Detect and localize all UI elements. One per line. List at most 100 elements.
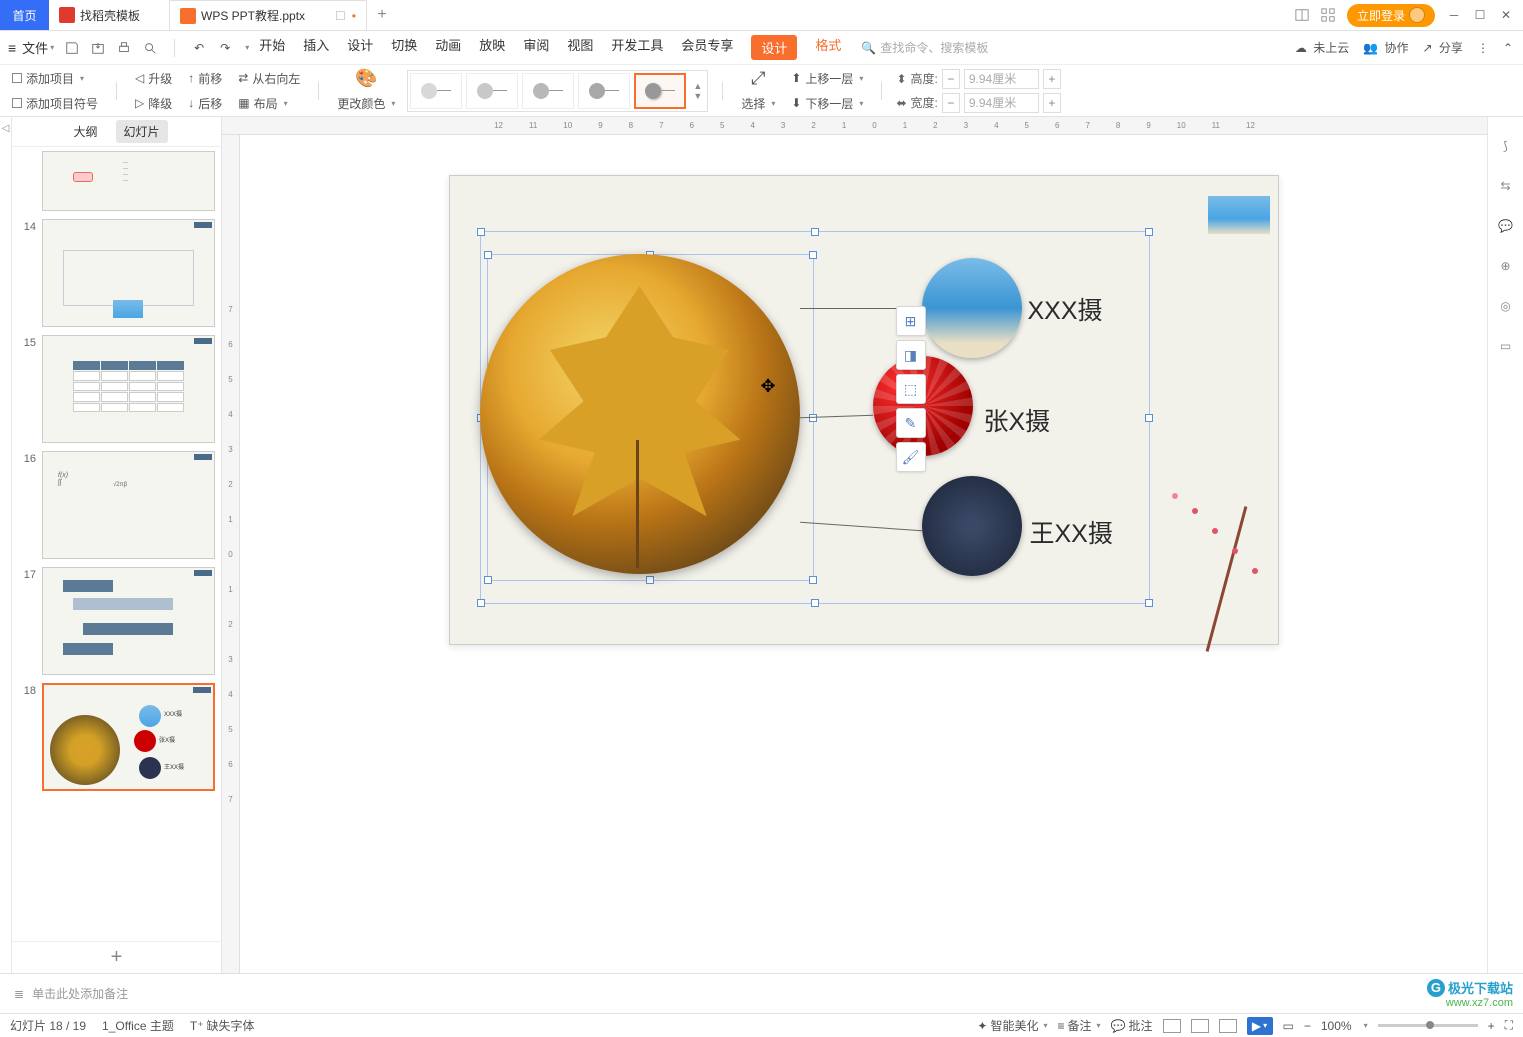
float-layout-icon[interactable]: ⊞: [896, 306, 926, 336]
rsb-animation-icon[interactable]: ⊕: [1497, 257, 1515, 275]
resize-handle[interactable]: [809, 576, 817, 584]
float-brush-icon[interactable]: 🖌: [896, 442, 926, 472]
add-bullet-button[interactable]: 添加项目符号: [8, 93, 102, 114]
menu-slideshow[interactable]: 放映: [479, 35, 505, 60]
command-search[interactable]: 🔍 查找命令、搜索模板: [861, 39, 988, 56]
promote-button[interactable]: ◁ 升级: [131, 68, 176, 89]
menu-devtools[interactable]: 开发工具: [611, 35, 663, 60]
corner-thumbnail[interactable]: [1208, 196, 1270, 234]
rsb-location-icon[interactable]: ◎: [1497, 297, 1515, 315]
new-slide-button[interactable]: +: [12, 941, 221, 973]
save-icon[interactable]: [64, 40, 80, 56]
sp-tab-slides[interactable]: 幻灯片: [116, 120, 168, 143]
sp-tab-outline[interactable]: 大纲: [65, 120, 105, 143]
resize-handle[interactable]: [477, 599, 485, 607]
width-increase[interactable]: +: [1043, 93, 1061, 113]
style-1[interactable]: [410, 73, 462, 109]
width-input[interactable]: 9.94厘米: [964, 93, 1039, 113]
move-after-button[interactable]: ↓ 后移: [184, 93, 226, 114]
circle-city-night[interactable]: [922, 476, 1022, 576]
circle-beach[interactable]: [922, 258, 1022, 358]
styles-scroll-down[interactable]: ▼: [693, 91, 702, 101]
slide-canvas[interactable]: XXX摄 张X摄 王XX摄 ⊞ ◨ ⬚ ✎ 🖌 ✥: [449, 175, 1279, 645]
rsb-sliders-icon[interactable]: ⇆: [1497, 177, 1515, 195]
new-tab-button[interactable]: +: [367, 0, 397, 30]
menu-member[interactable]: 会员专享: [681, 35, 733, 60]
rtl-button[interactable]: ⇄ 从右向左: [234, 68, 304, 89]
qat-more-icon[interactable]: ▾: [245, 43, 249, 52]
layout-icon[interactable]: [1295, 8, 1309, 22]
select-icon[interactable]: ⤢: [751, 68, 765, 89]
sorter-view-button[interactable]: [1191, 1019, 1209, 1033]
maximize-button[interactable]: ☐: [1473, 8, 1487, 22]
slide-thumb-15[interactable]: [42, 335, 215, 443]
height-input[interactable]: 9.94厘米: [964, 69, 1039, 89]
menu-start[interactable]: 开始: [259, 35, 285, 60]
collapse-ribbon-icon[interactable]: ⌃: [1503, 41, 1513, 55]
resize-handle[interactable]: [646, 576, 654, 584]
menu-design2[interactable]: 设计: [751, 35, 797, 60]
render-mode-icon[interactable]: ▭: [1283, 1019, 1294, 1033]
fit-window-button[interactable]: ⛶: [1505, 1018, 1513, 1033]
share-button[interactable]: ↗ 分享: [1423, 39, 1463, 56]
tab-active-document[interactable]: WPS PPT教程.pptx ☐ •: [169, 0, 367, 30]
label-1[interactable]: XXX摄: [1028, 291, 1103, 327]
resize-handle[interactable]: [484, 251, 492, 259]
zoom-out-button[interactable]: −: [1304, 1019, 1311, 1033]
change-color-icon[interactable]: 🎨: [355, 68, 377, 89]
slide-stage[interactable]: XXX摄 张X摄 王XX摄 ⊞ ◨ ⬚ ✎ 🖌 ✥: [240, 135, 1487, 973]
float-chart-icon[interactable]: ◨: [896, 340, 926, 370]
change-color-button[interactable]: 更改颜色▾: [333, 93, 399, 114]
bring-forward-button[interactable]: ⬆ 上移一层▾: [787, 68, 867, 89]
slide-thumb-18[interactable]: XXX摄 张X摄 王XX摄: [42, 683, 215, 791]
zoom-slider[interactable]: [1378, 1024, 1478, 1027]
undo-icon[interactable]: ↶: [191, 40, 207, 56]
not-cloud-button[interactable]: ☁ 未上云: [1295, 39, 1349, 56]
slide-thumb-17[interactable]: [42, 567, 215, 675]
close-tab-icon[interactable]: ☐: [335, 9, 346, 23]
menu-view[interactable]: 视图: [567, 35, 593, 60]
rsb-chat-icon[interactable]: 💬: [1497, 217, 1515, 235]
file-menu[interactable]: 文件▾: [22, 38, 54, 57]
move-before-button[interactable]: ↑ 前移: [184, 68, 226, 89]
styles-scroll-up[interactable]: ▲: [693, 81, 702, 91]
notes-bar[interactable]: ≣ 单击此处添加备注: [0, 973, 1523, 1013]
print-preview-icon[interactable]: [142, 40, 158, 56]
height-increase[interactable]: +: [1043, 69, 1061, 89]
layout-button[interactable]: ▦ 布局▾: [234, 93, 304, 114]
style-4[interactable]: [578, 73, 630, 109]
hamburger-icon[interactable]: ≡: [8, 40, 16, 56]
style-3[interactable]: [522, 73, 574, 109]
menu-format[interactable]: 格式: [815, 35, 841, 60]
menu-review[interactable]: 审阅: [523, 35, 549, 60]
collapse-panel-button[interactable]: ◁: [0, 117, 12, 973]
send-backward-button[interactable]: ⬇ 下移一层▾: [787, 93, 867, 114]
coop-button[interactable]: 👥 协作: [1363, 39, 1408, 56]
height-decrease[interactable]: −: [942, 69, 960, 89]
resize-handle[interactable]: [809, 251, 817, 259]
zoom-in-button[interactable]: +: [1488, 1019, 1495, 1033]
tab-home[interactable]: 首页: [0, 0, 49, 30]
menu-transition[interactable]: 切换: [391, 35, 417, 60]
label-2[interactable]: 张X摄: [984, 402, 1051, 438]
normal-view-button[interactable]: [1163, 1019, 1181, 1033]
tab-docao-templates[interactable]: 找稻壳模板: [49, 0, 169, 30]
resize-handle[interactable]: [811, 599, 819, 607]
login-button[interactable]: 立即登录: [1347, 4, 1435, 27]
resize-handle[interactable]: [1145, 228, 1153, 236]
comments-toggle[interactable]: 💬批注: [1111, 1017, 1153, 1034]
menu-animation[interactable]: 动画: [435, 35, 461, 60]
more-options-icon[interactable]: ⋮: [1477, 41, 1489, 55]
add-item-button[interactable]: 添加项目▾: [8, 68, 102, 89]
redo-icon[interactable]: ↷: [217, 40, 233, 56]
slide-thumb-16[interactable]: f(x)∫∫ √2πβ: [42, 451, 215, 559]
label-3[interactable]: 王XX摄: [1030, 514, 1113, 550]
export-icon[interactable]: [90, 40, 106, 56]
print-icon[interactable]: [116, 40, 132, 56]
style-2[interactable]: [466, 73, 518, 109]
slide-thumb-14[interactable]: [42, 219, 215, 327]
close-window-button[interactable]: ✕: [1499, 8, 1513, 22]
minimize-button[interactable]: ─: [1447, 8, 1461, 22]
notes-toggle[interactable]: ≡备注▾: [1057, 1017, 1100, 1034]
rsb-design-icon[interactable]: ⟆: [1497, 137, 1515, 155]
